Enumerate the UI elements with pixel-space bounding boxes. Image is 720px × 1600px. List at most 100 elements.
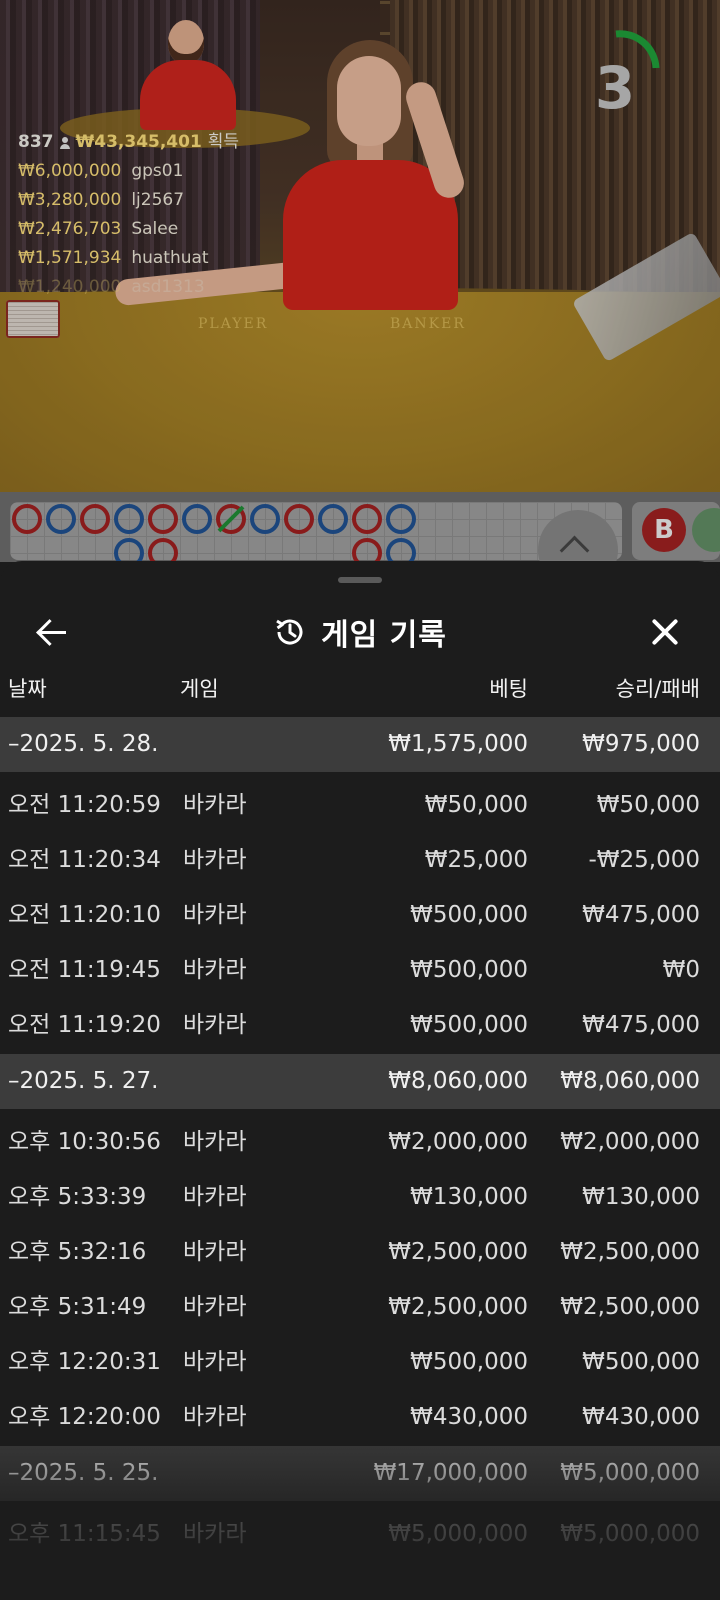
winner-name: huathuat	[131, 248, 209, 268]
winner-name: gps01	[131, 161, 184, 181]
row-bet: ₩2,000,000	[388, 1129, 528, 1155]
row-bet: ₩500,000	[410, 957, 528, 983]
sheet-drag-handle[interactable]	[338, 577, 382, 583]
person-icon	[59, 136, 70, 149]
total-win-label: 획득	[207, 132, 240, 152]
close-icon[interactable]	[642, 609, 688, 655]
history-row[interactable]: 오전 11:20:34 바카라 ₩25,000 -₩25,000	[0, 833, 720, 888]
row-bet: ₩2,500,000	[388, 1294, 528, 1320]
winner-amount: ₩6,000,000	[18, 161, 122, 181]
roadmap-strip: B	[0, 492, 720, 590]
row-game: 바카라	[183, 1349, 247, 1375]
winners-leaderboard: 837 ₩43,345,401 획득 ₩6,000,000 gps01 ₩3,2…	[18, 128, 239, 302]
table-banker-label: BANKER	[390, 316, 466, 332]
background-dealer	[120, 20, 250, 130]
group-result-total: ₩8,060,000	[560, 1068, 700, 1094]
history-row[interactable]: 오후 10:30:56 바카라 ₩2,000,000 ₩2,000,000	[0, 1115, 720, 1170]
winner-row: ₩6,000,000 gps01	[18, 157, 239, 186]
history-row[interactable]: 오후 12:20:31 바카라 ₩500,000 ₩500,000	[0, 1335, 720, 1390]
bead-banker	[352, 504, 382, 534]
group-bet-total: ₩8,060,000	[388, 1068, 528, 1094]
player-bet-button[interactable]	[692, 508, 720, 552]
row-time: 오전 11:20:59	[8, 792, 161, 818]
row-result: ₩475,000	[582, 1012, 700, 1038]
total-win-row: 837 ₩43,345,401 획득	[18, 128, 239, 157]
row-bet: ₩5,000,000	[388, 1521, 528, 1547]
row-game: 바카라	[183, 1012, 247, 1038]
winner-row: ₩1,240,000 asd1313	[18, 273, 239, 302]
history-list[interactable]: –2025. 5. 28. ₩1,575,000 ₩975,000 오전 11:…	[0, 717, 720, 1562]
row-time: 오후 11:15:45	[8, 1521, 161, 1547]
row-result: ₩500,000	[582, 1349, 700, 1375]
history-row[interactable]: 오전 11:19:45 바카라 ₩500,000 ₩0	[0, 943, 720, 998]
row-result: -₩25,000	[588, 847, 700, 873]
row-game: 바카라	[183, 1129, 247, 1155]
row-game: 바카라	[183, 1239, 247, 1265]
row-game: 바카라	[183, 1294, 247, 1320]
group-bet-total: ₩1,575,000	[388, 731, 528, 757]
countdown-timer: 3	[580, 28, 672, 120]
back-arrow-icon[interactable]	[28, 607, 78, 657]
bead-banker	[148, 504, 178, 534]
date-group-header[interactable]: –2025. 5. 25. ₩17,000,000 ₩5,000,000	[0, 1446, 720, 1501]
winner-amount: ₩1,240,000	[18, 277, 122, 297]
group-result-total: ₩975,000	[582, 731, 700, 757]
row-result: ₩130,000	[582, 1184, 700, 1210]
row-time: 오전 11:20:10	[8, 902, 161, 928]
row-game: 바카라	[183, 957, 247, 983]
bead-banker	[284, 504, 314, 534]
row-result: ₩2,000,000	[560, 1129, 700, 1155]
group-result-total: ₩5,000,000	[560, 1460, 700, 1486]
dealer	[114, 40, 485, 310]
row-time: 오후 10:30:56	[8, 1129, 161, 1155]
group-date: –2025. 5. 28.	[8, 731, 159, 757]
row-bet: ₩500,000	[410, 1012, 528, 1038]
bead-player	[182, 504, 212, 534]
sheet-title: 게임 기록	[321, 618, 447, 653]
row-time: 오후 12:20:31	[8, 1349, 161, 1375]
bead-player	[318, 504, 348, 534]
bead-player	[250, 504, 280, 534]
history-row[interactable]: 오후 5:31:49 바카라 ₩2,500,000 ₩2,500,000	[0, 1280, 720, 1335]
card-stack	[6, 300, 60, 338]
row-result: ₩475,000	[582, 902, 700, 928]
history-row[interactable]: 오전 11:19:20 바카라 ₩500,000 ₩475,000	[0, 998, 720, 1053]
date-group-header[interactable]: –2025. 5. 27. ₩8,060,000 ₩8,060,000	[0, 1054, 720, 1109]
history-row[interactable]: 오전 11:20:59 바카라 ₩50,000 ₩50,000	[0, 778, 720, 833]
winner-name: Salee	[131, 219, 179, 239]
banker-bet-button[interactable]: B	[642, 508, 686, 552]
row-game: 바카라	[183, 1521, 247, 1547]
date-group-header[interactable]: –2025. 5. 28. ₩1,575,000 ₩975,000	[0, 717, 720, 772]
history-row[interactable]: 오전 11:20:10 바카라 ₩500,000 ₩475,000	[0, 888, 720, 943]
row-time: 오전 11:19:45	[8, 957, 161, 983]
row-bet: ₩500,000	[410, 902, 528, 928]
sheet-title-group: 게임 기록	[0, 597, 720, 667]
row-result: ₩2,500,000	[560, 1239, 700, 1265]
history-row[interactable]: 오후 12:20:00 바카라 ₩430,000 ₩430,000	[0, 1390, 720, 1445]
bead-banker	[12, 504, 42, 534]
bet-shortcuts: B	[632, 502, 720, 560]
row-game: 바카라	[183, 792, 247, 818]
row-result: ₩50,000	[596, 792, 700, 818]
history-row[interactable]: 오후 5:33:39 바카라 ₩130,000 ₩130,000	[0, 1170, 720, 1225]
history-row[interactable]: 오후 11:15:45 바카라 ₩5,000,000 ₩5,000,000	[0, 1507, 720, 1562]
game-history-sheet: 게임 기록 날짜 게임 베팅 승리/패배 –2025. 5. 28. ₩1,57…	[0, 561, 720, 1600]
winner-amount: ₩2,476,703	[18, 219, 122, 239]
row-result: ₩2,500,000	[560, 1294, 700, 1320]
winner-amount: ₩3,280,000	[18, 190, 122, 210]
row-game: 바카라	[183, 1184, 247, 1210]
history-row[interactable]: 오후 5:32:16 바카라 ₩2,500,000 ₩2,500,000	[0, 1225, 720, 1280]
column-header-result: 승리/패배	[615, 677, 700, 701]
column-header-bet: 베팅	[489, 677, 528, 701]
bead-banker	[80, 504, 110, 534]
row-result: ₩0	[662, 957, 700, 983]
winner-amount: ₩1,571,934	[18, 248, 122, 268]
group-bet-total: ₩17,000,000	[373, 1460, 528, 1486]
row-bet: ₩500,000	[410, 1349, 528, 1375]
column-header-game: 게임	[180, 677, 219, 701]
winner-name: asd1313	[131, 277, 205, 297]
bead-road[interactable]	[10, 502, 622, 568]
winner-name: lj2567	[131, 190, 185, 210]
group-date: –2025. 5. 25.	[8, 1460, 159, 1486]
winner-row: ₩3,280,000 lj2567	[18, 186, 239, 215]
